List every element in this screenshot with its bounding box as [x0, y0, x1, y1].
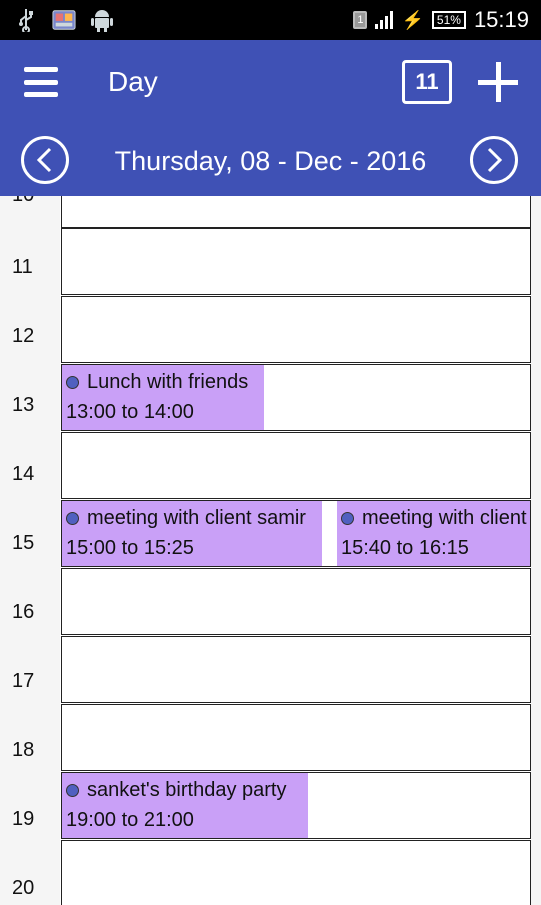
day-schedule-grid[interactable]: 10 11 12 13 14 15 16 17 18 19 20 Lunch w… [0, 196, 541, 905]
today-button[interactable]: 11 [402, 60, 452, 104]
event-time: 15:00 to 15:25 [66, 537, 194, 559]
event-meeting-client[interactable]: meeting with client 15:40 to 16:15 [337, 501, 530, 566]
event-time: 13:00 to 14:00 [66, 401, 194, 423]
hour-label: 20 [12, 877, 35, 899]
hour-label: 19 [12, 808, 35, 830]
event-time: 19:00 to 21:00 [66, 809, 194, 831]
current-date-label: Thursday, 08 - Dec - 2016 [114, 146, 427, 176]
hour-label: 13 [12, 394, 35, 416]
usb-icon [14, 8, 38, 32]
hour-slot[interactable] [61, 196, 531, 228]
hour-slot[interactable] [61, 636, 531, 703]
status-clock: 15:19 [473, 7, 529, 32]
view-title: Day [108, 66, 158, 97]
add-event-icon[interactable] [478, 62, 518, 102]
chevron-right-icon [487, 147, 503, 173]
notification-icons [14, 8, 114, 32]
hour-label: 16 [12, 601, 35, 623]
hour-label: 17 [12, 670, 35, 692]
event-title: meeting with client [362, 507, 527, 529]
event-lunch-with-friends[interactable]: Lunch with friends 13:00 to 14:00 [62, 365, 264, 430]
grid-right-margin [531, 196, 541, 905]
hour-slot[interactable] [61, 704, 531, 771]
hour-slot[interactable] [61, 228, 531, 295]
battery-indicator: 51% [431, 11, 466, 29]
hour-slot[interactable] [61, 840, 531, 905]
hour-slot[interactable] [61, 432, 531, 499]
status-bar: 1 ⚡ 51% 15:19 [0, 0, 541, 40]
menu-icon[interactable] [24, 67, 58, 97]
event-dot-icon [341, 512, 354, 525]
sim-icon: 1 [353, 11, 368, 29]
hour-slot[interactable] [61, 296, 531, 363]
event-time: 15:40 to 16:15 [341, 537, 469, 559]
android-icon [90, 8, 114, 32]
time-column: 10 11 12 13 14 15 16 17 18 19 20 [0, 196, 60, 905]
signal-icon [375, 11, 394, 29]
hour-slot[interactable] [61, 568, 531, 635]
app-notification-icon [52, 8, 76, 32]
event-title: Lunch with friends [87, 371, 249, 393]
event-title: sanket's birthday party [87, 779, 287, 801]
event-meeting-client-samir[interactable]: meeting with client samir 15:00 to 15:25 [62, 501, 322, 566]
event-title: meeting with client samir [87, 507, 306, 529]
event-dot-icon [66, 512, 79, 525]
hour-label: 11 [12, 256, 33, 278]
hour-label: 10 [12, 196, 34, 207]
next-day-button[interactable] [470, 136, 518, 184]
hour-label: 18 [12, 739, 35, 761]
charging-icon: ⚡ [401, 9, 424, 30]
hour-label: 14 [12, 463, 35, 485]
hour-label: 12 [12, 325, 35, 347]
hour-label: 15 [12, 532, 35, 554]
event-sankets-birthday-party[interactable]: sanket's birthday party 19:00 to 21:00 [62, 773, 308, 838]
event-dot-icon [66, 376, 79, 389]
event-dot-icon [66, 784, 79, 797]
system-indicators: 1 ⚡ 51% 15:19 [353, 7, 529, 33]
app-toolbar: Day 11 Thursday, 08 - Dec - 2016 [0, 40, 541, 196]
